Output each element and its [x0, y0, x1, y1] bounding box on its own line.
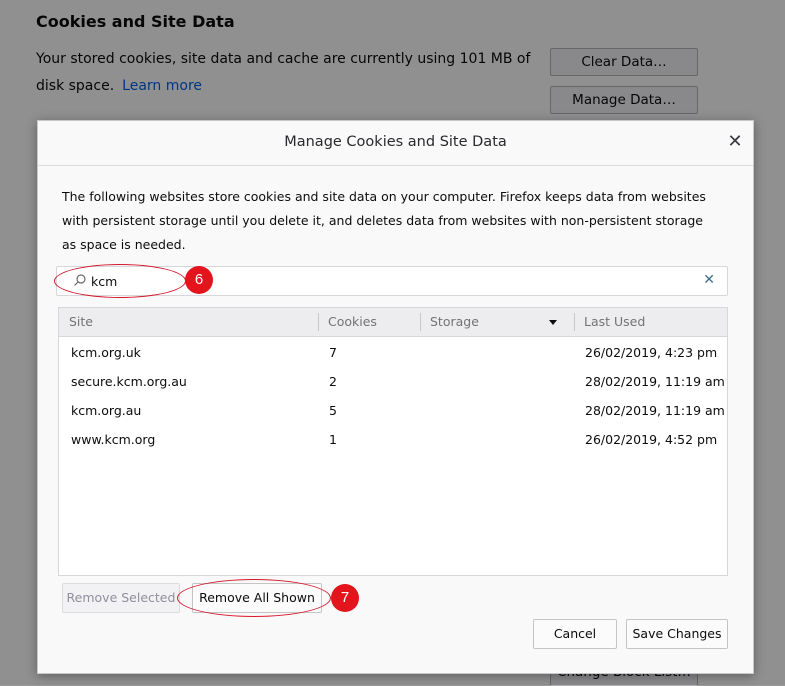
callout-ellipse-search — [54, 264, 186, 298]
column-divider[interactable] — [574, 313, 575, 331]
sites-table: Site Cookies Storage Last Used kcm.org.u… — [58, 307, 728, 576]
dialog-description: The following websites store cookies and… — [62, 189, 706, 252]
table-row[interactable]: secure.kcm.org.au 2 28/02/2019, 11:19 am — [59, 367, 727, 396]
cell-site: kcm.org.uk — [71, 345, 141, 360]
callout-ellipse-remove — [177, 579, 331, 617]
cell-site: secure.kcm.org.au — [71, 374, 187, 389]
manage-cookies-dialog: Manage Cookies and Site Data ✕ The follo… — [37, 120, 754, 674]
step-badge-6: 6 — [185, 266, 213, 294]
cell-last-used: 26/02/2019, 4:52 pm — [585, 432, 718, 447]
save-changes-button[interactable]: Save Changes — [626, 619, 728, 649]
column-header-storage[interactable]: Storage — [430, 308, 479, 336]
cell-last-used: 28/02/2019, 11:19 am — [585, 374, 725, 389]
cell-site: kcm.org.au — [71, 403, 142, 418]
sort-down-icon — [549, 320, 557, 325]
column-divider[interactable] — [420, 313, 421, 331]
cell-cookies: 7 — [329, 345, 337, 360]
cell-cookies: 5 — [329, 403, 337, 418]
cancel-button[interactable]: Cancel — [533, 619, 617, 649]
clear-icon[interactable]: ✕ — [703, 272, 715, 288]
table-row[interactable]: kcm.org.uk 7 26/02/2019, 4:23 pm — [59, 338, 727, 367]
table-row[interactable]: kcm.org.au 5 28/02/2019, 11:19 am — [59, 396, 727, 425]
cell-last-used: 28/02/2019, 11:19 am — [585, 403, 725, 418]
remove-selected-button[interactable]: Remove Selected — [62, 583, 180, 613]
cell-site: www.kcm.org — [71, 432, 156, 447]
table-row[interactable]: www.kcm.org 1 26/02/2019, 4:52 pm — [59, 425, 727, 454]
dialog-header: Manage Cookies and Site Data ✕ — [38, 121, 753, 166]
cell-cookies: 2 — [329, 374, 337, 389]
column-header-cookies[interactable]: Cookies — [328, 308, 377, 336]
step-badge-7: 7 — [331, 584, 359, 612]
column-divider[interactable] — [318, 313, 319, 331]
column-header-site[interactable]: Site — [69, 308, 93, 336]
cell-cookies: 1 — [329, 432, 337, 447]
dialog-title: Manage Cookies and Site Data — [284, 134, 507, 150]
cell-last-used: 26/02/2019, 4:23 pm — [585, 345, 718, 360]
close-icon[interactable]: ✕ — [723, 130, 747, 154]
column-header-last-used[interactable]: Last Used — [584, 308, 645, 336]
table-header: Site Cookies Storage Last Used — [59, 308, 727, 337]
